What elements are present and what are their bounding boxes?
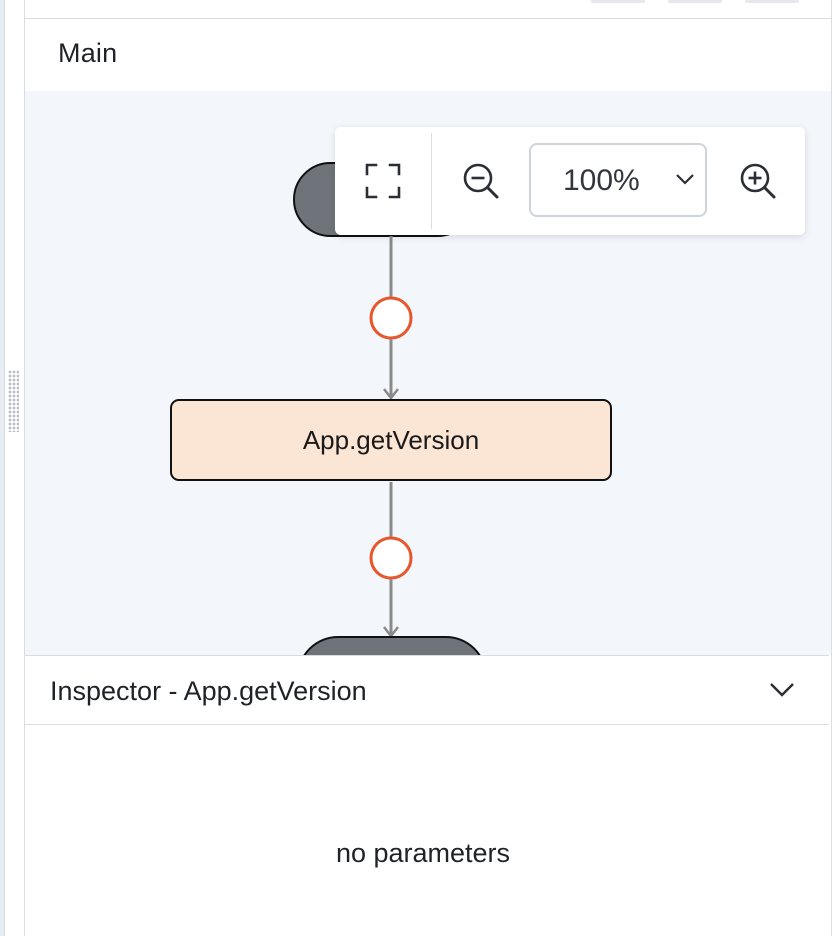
top-tab-stub[interactable] — [591, 0, 645, 3]
chevron-down-icon — [676, 174, 694, 185]
canvas-toolbar: 100% — [335, 127, 805, 235]
top-tab-stub[interactable] — [745, 0, 799, 3]
panel-title: Main — [58, 38, 118, 68]
top-tab-stub[interactable] — [668, 0, 722, 3]
fit-to-screen-button[interactable] — [335, 127, 431, 235]
top-strip — [25, 0, 831, 19]
zoom-in-icon — [740, 163, 776, 199]
zoom-out-icon — [463, 163, 499, 199]
toolbar-divider — [431, 133, 432, 229]
resize-grip-handle[interactable] — [8, 370, 19, 432]
zoom-out-button[interactable] — [445, 127, 517, 235]
zoom-level-select[interactable]: 100% — [529, 143, 707, 217]
connector-dot[interactable] — [369, 296, 413, 340]
inspector-header[interactable]: Inspector - App.getVersion — [25, 656, 829, 725]
zoom-in-button[interactable] — [723, 127, 793, 235]
app-window: Main App.getVersion 100% Inspector - App… — [0, 0, 840, 936]
inspector-empty-message: no parameters — [335, 838, 511, 868]
connector-dot[interactable] — [369, 536, 413, 580]
zoom-level-value: 100% — [563, 164, 640, 197]
step-node[interactable] — [170, 399, 612, 481]
inspector-panel: Inspector - App.getVersion no parameters — [25, 655, 829, 936]
inspector-title: Inspector - App.getVersion — [50, 676, 367, 706]
flow-panel: Main App.getVersion 100% Inspector - App… — [24, 0, 832, 936]
chevron-down-icon[interactable] — [769, 681, 795, 697]
fit-to-screen-icon — [365, 163, 401, 199]
end-node[interactable] — [298, 636, 486, 655]
left-edge-border — [0, 0, 5, 936]
flow-canvas[interactable]: App.getVersion 100% — [25, 91, 831, 655]
